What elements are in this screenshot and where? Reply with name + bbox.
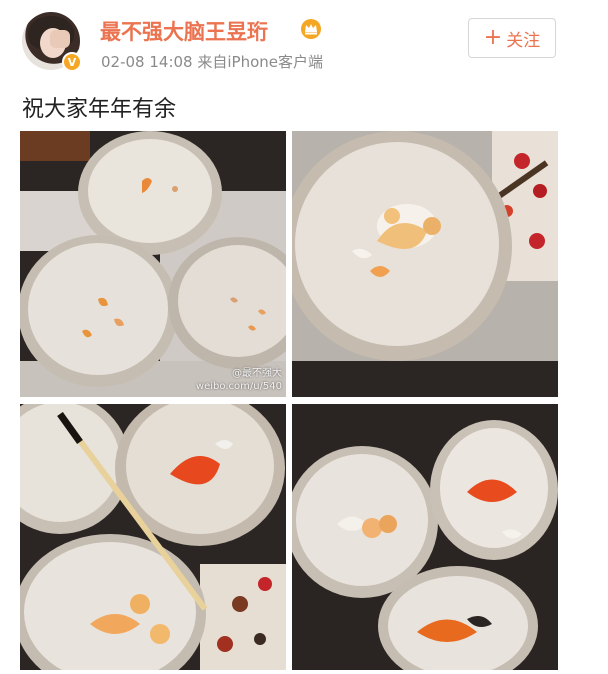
- goldfish-plates-photo: [20, 131, 286, 397]
- weibo-post: V 最不强大脑王昱珩 02-08 14:08 来自iPhone客户端 + 关注 …: [0, 0, 608, 674]
- goldfish-plates-three-photo: [292, 404, 558, 670]
- avatar-hand: [50, 30, 70, 48]
- post-timestamp: 02-08 14:08: [101, 53, 193, 71]
- photo-watermark: @最不强大 weibo.com/u/540: [195, 368, 282, 392]
- goldfish-plate-closeup-photo: [292, 131, 558, 397]
- photo-4[interactable]: [292, 404, 558, 670]
- photo-3[interactable]: [20, 404, 286, 670]
- post-source[interactable]: 来自iPhone客户端: [197, 53, 323, 71]
- follow-label: 关注: [506, 30, 541, 51]
- plus-icon: +: [483, 25, 503, 50]
- goldfish-painting-brush-photo: [20, 404, 286, 670]
- username[interactable]: 最不强大脑王昱珩: [100, 16, 268, 46]
- post-text: 祝大家年年有余: [22, 97, 177, 122]
- verified-badge-icon: V: [62, 52, 82, 72]
- photo-2[interactable]: [292, 131, 558, 397]
- post-meta: 02-08 14:08 来自iPhone客户端: [101, 51, 323, 72]
- crown-icon[interactable]: [300, 18, 322, 40]
- follow-button[interactable]: + 关注: [468, 18, 556, 58]
- photo-1[interactable]: @最不强大 weibo.com/u/540: [20, 131, 286, 397]
